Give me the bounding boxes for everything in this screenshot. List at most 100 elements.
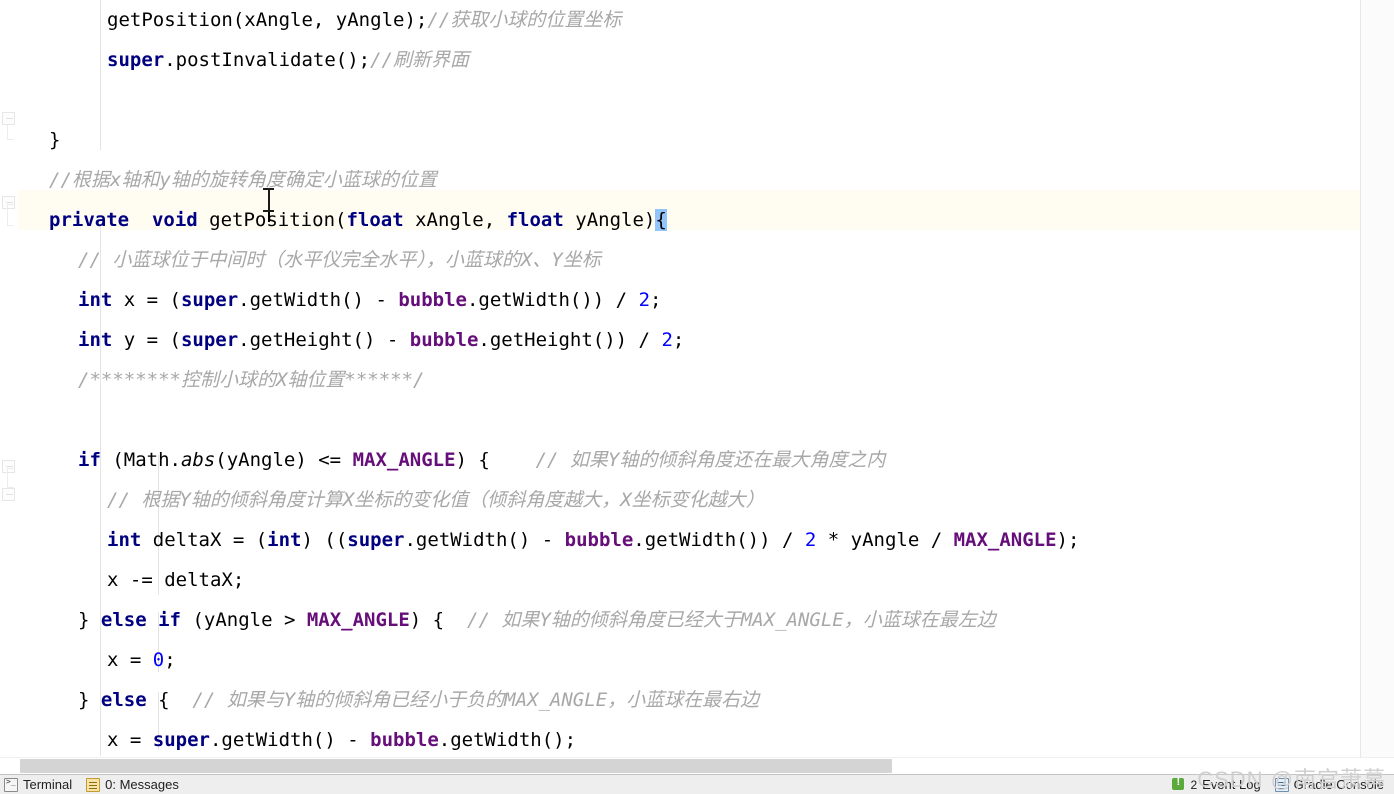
code-line[interactable]: int y = (super.getHeight() - bubble.getH… (78, 320, 684, 360)
code-line[interactable]: int x = (super.getWidth() - bubble.getWi… (78, 280, 661, 320)
code-token: ) { (409, 609, 467, 631)
code-line[interactable]: int deltaX = (int) ((super.getWidth() - … (107, 520, 1079, 560)
code-token: (Math. (100, 449, 181, 471)
code-token: { (146, 689, 193, 711)
code-token: x = (107, 649, 153, 671)
code-token: // 如果Y轴的倾斜角度还在最大角度之内 (535, 449, 886, 471)
code-token: .getWidth()) / (466, 289, 639, 311)
code-token: .getWidth() - (404, 529, 565, 551)
code-token: super (347, 529, 405, 551)
code-line[interactable]: } (49, 120, 60, 160)
code-token: 0 (152, 649, 165, 671)
tool-button-messages[interactable]: 0: Messages (82, 775, 189, 794)
code-token: ); (404, 9, 428, 31)
code-token: MAX_ANGLE (352, 449, 456, 471)
code-token: int (107, 529, 142, 551)
code-line[interactable]: //根据x轴和y轴的旋转角度确定小蓝球的位置 (49, 160, 437, 200)
event-log-icon (1172, 776, 1187, 792)
code-token: // 小蓝球位于中间时（水平仪完全水平），小蓝球的X、Y坐标 (78, 249, 601, 271)
code-token: super (180, 329, 239, 351)
code-token: ) (( (301, 529, 348, 551)
code-token: x = (107, 729, 153, 751)
editor-right-rail[interactable] (1361, 0, 1394, 757)
code-line[interactable]: private void getPosition(float xAngle, f… (49, 200, 667, 240)
tool-button-gradle-console-label: Gradle Console (1293, 776, 1384, 792)
code-token: int (267, 529, 302, 551)
code-text-layer[interactable]: getPosition(xAngle, yAngle);//获取小球的位置坐标 s… (0, 0, 1394, 757)
code-token: xAngle, (403, 209, 507, 231)
tool-button-messages-label: 0: Messages (105, 776, 179, 792)
code-token: //刷新界面 (370, 49, 469, 71)
tool-button-event-log[interactable]: 2 Event Log (1168, 775, 1270, 794)
code-token: bubble (409, 329, 479, 351)
code-token: if (78, 449, 101, 471)
code-token: ) { (455, 449, 536, 471)
tool-button-event-log-label: Event Log (1202, 776, 1261, 792)
code-token: ( (232, 9, 245, 31)
code-token: 2 (661, 329, 673, 351)
code-token: MAX_ANGLE (306, 609, 410, 631)
code-line[interactable]: x = super.getWidth() - bubble.getWidth()… (107, 720, 576, 757)
code-token: MAX_ANGLE (953, 529, 1057, 551)
code-token: // 如果与Y轴的倾斜角已经小于负的MAX_ANGLE，小蓝球在最右边 (192, 689, 760, 711)
tool-button-gradle-console[interactable]: Gradle Console (1271, 775, 1394, 794)
code-token: x = ( (112, 289, 181, 311)
code-editor[interactable]: getPosition(xAngle, yAngle);//获取小球的位置坐标 s… (0, 0, 1394, 757)
code-token: .getWidth()) / (633, 529, 805, 551)
code-token: } (49, 129, 61, 151)
code-token: } (78, 609, 101, 631)
code-token: else (100, 689, 147, 711)
code-token: if (158, 609, 181, 631)
code-token: else (100, 609, 147, 631)
code-token: deltaX = ( (141, 529, 268, 551)
code-line[interactable]: // 根据Y轴的倾斜角度计算X坐标的变化值（倾斜角度越大，X坐标变化越大） (107, 480, 765, 520)
code-token: { (655, 209, 667, 231)
code-token: //根据x轴和y轴的旋转角度确定小蓝球的位置 (49, 169, 437, 191)
event-log-count: 2 (1190, 777, 1198, 792)
horizontal-scrollbar-track[interactable] (0, 757, 1394, 774)
code-token: y = ( (112, 329, 181, 351)
horizontal-scrollbar-thumb[interactable] (20, 759, 892, 773)
code-token: getPosition( (197, 209, 347, 231)
code-token: super (107, 49, 165, 71)
terminal-icon (4, 777, 18, 792)
code-token: getPosition (107, 9, 233, 31)
code-token: /********控制小球的X轴位置******/ (78, 369, 425, 391)
code-token: xAngle, yAngle (244, 9, 405, 31)
code-line[interactable]: x = 0; (107, 640, 176, 680)
code-token: (yAngle) <= (215, 449, 353, 471)
tool-button-terminal[interactable]: Terminal (0, 775, 82, 794)
code-token: bubble (398, 289, 467, 311)
code-token: * yAngle / (816, 529, 954, 551)
code-token: 2 (804, 529, 817, 551)
code-line[interactable]: if (Math.abs(yAngle) <= MAX_ANGLE) { // … (78, 440, 885, 480)
code-line[interactable]: // 小蓝球位于中间时（水平仪完全水平），小蓝球的X、Y坐标 (78, 240, 601, 280)
code-line[interactable]: /********控制小球的X轴位置******/ (78, 360, 424, 400)
code-token: float (506, 209, 564, 231)
code-line[interactable]: super.postInvalidate();//刷新界面 (107, 40, 469, 80)
code-token: 2 (638, 289, 651, 311)
code-token: int (78, 289, 113, 311)
code-token: // 如果Y轴的倾斜角度已经大于MAX_ANGLE，小蓝球在最左边 (467, 609, 996, 631)
code-token: x -= deltaX; (107, 569, 245, 591)
code-token: .postInvalidate(); (164, 49, 371, 71)
code-token: //获取小球的位置坐标 (427, 9, 622, 31)
code-token: super (180, 289, 239, 311)
code-line[interactable]: } else if (yAngle > MAX_ANGLE) { // 如果Y轴… (78, 600, 996, 640)
code-token: int (78, 329, 113, 351)
code-token: .getWidth() - (238, 289, 399, 311)
ide-window: getPosition(xAngle, yAngle);//获取小球的位置坐标 s… (0, 0, 1394, 794)
code-token: abs (180, 449, 216, 471)
code-line[interactable]: } else { // 如果与Y轴的倾斜角已经小于负的MAX_ANGLE，小蓝球… (78, 680, 759, 720)
text-caret (268, 196, 270, 222)
tool-button-terminal-label: Terminal (23, 776, 73, 792)
code-token: yAngle) (563, 209, 656, 231)
tool-window-bar: Terminal 0: Messages 2 Event Log Gradle … (0, 774, 1394, 794)
code-token: void (151, 209, 198, 231)
code-token: bubble (370, 729, 439, 751)
code-line[interactable]: getPosition(xAngle, yAngle);//获取小球的位置坐标 (107, 0, 621, 40)
code-line[interactable]: x -= deltaX; (107, 560, 244, 600)
code-token: .getHeight() - (238, 329, 410, 351)
